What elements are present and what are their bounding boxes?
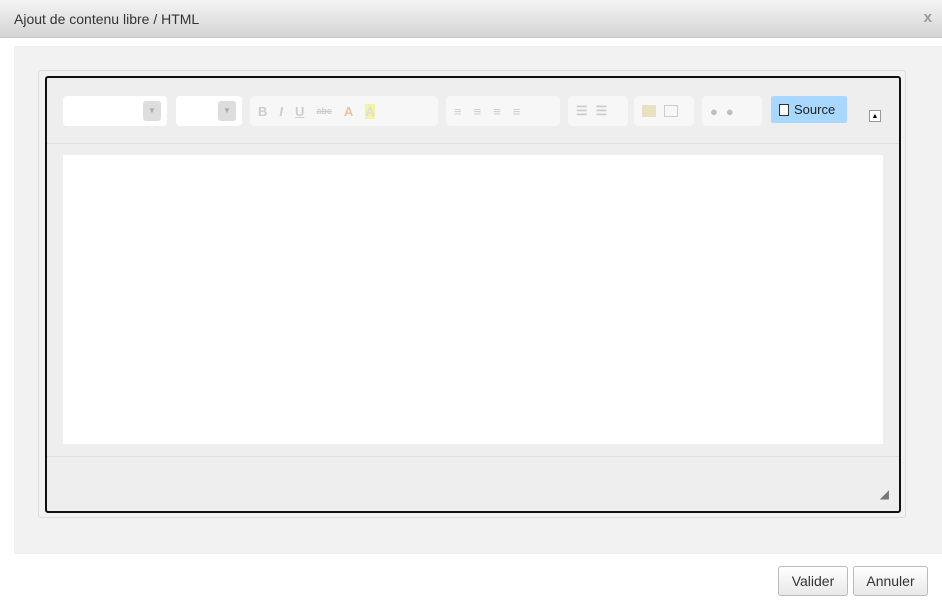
font-color-button[interactable]: A <box>344 104 353 119</box>
font-size-select[interactable]: ▼ <box>176 96 242 126</box>
document-icon <box>779 103 789 116</box>
align-right-icon[interactable]: ≡ <box>493 104 501 119</box>
rich-text-editor: ▼ ▼ B I U abc A A ≡ ≡ ≡ ≡ ☰ ☰ ● ● Source… <box>45 76 901 513</box>
find-icon[interactable]: ● <box>710 104 718 119</box>
validate-button[interactable]: Valider <box>778 566 848 596</box>
italic-button[interactable]: I <box>279 104 283 119</box>
image-icon[interactable] <box>642 105 656 117</box>
align-left-icon[interactable]: ≡ <box>454 104 462 119</box>
cancel-button[interactable]: Annuler <box>853 566 928 596</box>
source-button[interactable]: Source <box>771 96 847 123</box>
editor-footer: ◢ <box>47 456 899 511</box>
numbered-list-icon[interactable]: ☰ <box>576 103 588 119</box>
background-color-button[interactable]: A <box>365 103 375 119</box>
collapse-toolbar-icon[interactable]: ▲ <box>869 110 881 122</box>
strikethrough-button[interactable]: abc <box>316 106 332 116</box>
align-center-icon[interactable]: ≡ <box>474 104 482 119</box>
replace-icon[interactable]: ● <box>726 104 734 119</box>
align-justify-icon[interactable]: ≡ <box>513 104 521 119</box>
chevron-down-icon: ▼ <box>218 101 236 121</box>
close-icon[interactable]: x <box>924 9 932 26</box>
bulleted-list-icon[interactable]: ☰ <box>596 103 608 119</box>
dialog-titlebar: Ajout de contenu libre / HTML x <box>0 0 942 38</box>
dialog-title: Ajout de contenu libre / HTML <box>14 11 200 27</box>
editor-toolbar: ▼ ▼ B I U abc A A ≡ ≡ ≡ ≡ ☰ ☰ ● ● Source… <box>47 78 899 144</box>
bold-button[interactable]: B <box>258 104 267 119</box>
table-icon[interactable] <box>664 105 678 117</box>
font-family-select[interactable]: ▼ <box>63 96 167 126</box>
dialog-content: ▼ ▼ B I U abc A A ≡ ≡ ≡ ≡ ☰ ☰ ● ● Source… <box>14 46 942 554</box>
resize-handle-icon[interactable]: ◢ <box>880 487 889 501</box>
editor-content-area[interactable] <box>63 155 883 444</box>
chevron-down-icon: ▼ <box>143 101 161 121</box>
underline-button[interactable]: U <box>295 104 304 119</box>
source-label: Source <box>794 102 836 117</box>
